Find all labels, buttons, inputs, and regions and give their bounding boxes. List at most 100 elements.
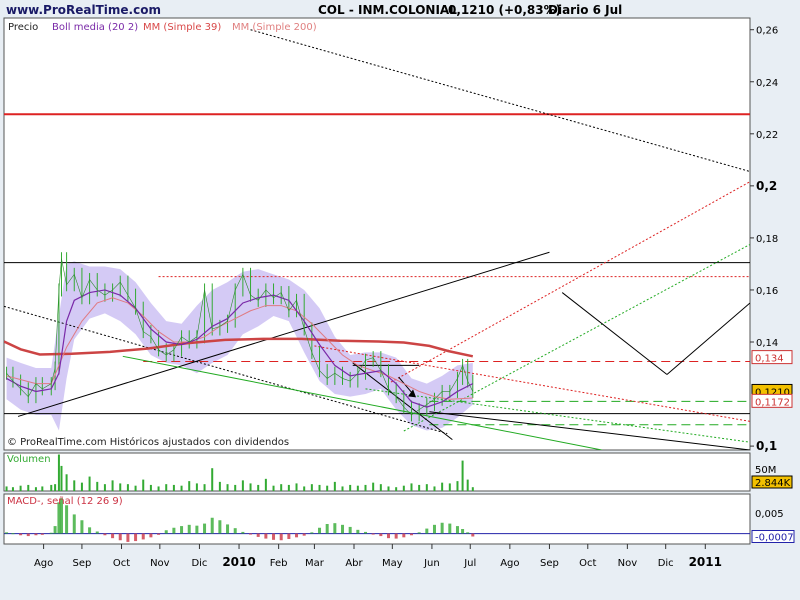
volume-bar bbox=[310, 484, 313, 491]
macd-bar bbox=[241, 531, 245, 534]
volume-bar bbox=[111, 480, 114, 491]
macd-bar bbox=[88, 527, 92, 534]
macd-bar bbox=[134, 533, 138, 542]
volume-bar bbox=[241, 480, 244, 491]
volume-bar bbox=[387, 486, 390, 491]
legend-precio: Precio bbox=[8, 22, 38, 33]
volume-bar bbox=[341, 486, 344, 491]
volume-bar bbox=[326, 485, 329, 491]
x-tick-label: Jun bbox=[423, 558, 440, 569]
macd-title: MACD-, señal (12 26 9) bbox=[7, 496, 123, 507]
volume-bar bbox=[126, 484, 129, 491]
volume-bar bbox=[356, 485, 359, 491]
macd-bar bbox=[432, 524, 436, 534]
volume-bar bbox=[249, 483, 252, 491]
volume-bar bbox=[295, 483, 298, 491]
price-change-label: 0,1210 (+0,83%) bbox=[448, 3, 561, 17]
x-tick-label: Sep bbox=[540, 558, 559, 569]
macd-bar bbox=[272, 533, 276, 540]
macd-bar bbox=[461, 529, 465, 534]
price-label: 0,1172 bbox=[755, 397, 790, 408]
x-tick-label: Jul bbox=[463, 558, 476, 569]
x-tick-label: 2011 bbox=[689, 555, 722, 569]
x-tick-label: 2010 bbox=[222, 555, 255, 569]
macd-bar bbox=[5, 532, 9, 534]
volume-bar bbox=[395, 487, 398, 491]
macd-bar bbox=[310, 532, 314, 534]
volume-bar bbox=[280, 484, 283, 491]
macd-bar bbox=[249, 533, 253, 535]
y-tick-label: 0,16 bbox=[756, 286, 778, 297]
macd-bar bbox=[157, 533, 161, 535]
volume-bar bbox=[134, 485, 137, 491]
volume-bar bbox=[180, 485, 183, 491]
macd-bar bbox=[40, 533, 44, 535]
volume-bar bbox=[119, 483, 122, 491]
volume-bar bbox=[149, 484, 152, 491]
macd-bar bbox=[417, 532, 421, 534]
volume-bar bbox=[73, 480, 76, 491]
macd-bar bbox=[471, 533, 475, 537]
macd-bar bbox=[172, 527, 176, 534]
macd-bar bbox=[233, 528, 237, 534]
volume-bar bbox=[11, 487, 14, 491]
ticker-label: COL - INM.COLONIAL bbox=[318, 3, 457, 17]
volume-bar bbox=[264, 478, 267, 491]
macd-bar bbox=[279, 533, 283, 541]
macd-bar bbox=[95, 531, 99, 534]
volume-bar bbox=[257, 484, 260, 491]
macd-bar bbox=[425, 528, 429, 534]
volume-bar bbox=[471, 487, 474, 491]
macd-bar bbox=[440, 522, 444, 534]
macd-current-label: -0,0007 bbox=[755, 533, 794, 544]
volume-bar bbox=[50, 484, 53, 491]
volume-bar bbox=[195, 483, 198, 491]
volume-title: Volumen bbox=[7, 454, 51, 465]
volume-bar bbox=[466, 479, 469, 491]
macd-bar bbox=[195, 525, 199, 534]
period-label: Diario 6 Jul bbox=[548, 3, 622, 17]
legend-mm39: MM (Simple 39) bbox=[143, 22, 221, 33]
x-tick-label: Ago bbox=[500, 558, 519, 569]
macd-bar bbox=[118, 533, 122, 541]
volume-panel[interactable] bbox=[3, 452, 751, 492]
stock-chart: www.ProRealTime.com COL - INM.COLONIAL 0… bbox=[3, 3, 795, 569]
volume-bar bbox=[57, 454, 60, 491]
macd-bar bbox=[72, 514, 76, 534]
macd-bar bbox=[19, 533, 23, 536]
legend-mm200: MM (Simple 200) bbox=[232, 22, 317, 33]
macd-bar bbox=[126, 533, 130, 542]
x-tick-label: Dic bbox=[191, 558, 207, 569]
macd-bar bbox=[103, 533, 107, 536]
macd-bar bbox=[409, 533, 413, 536]
volume-current-label: 2.844K bbox=[755, 478, 791, 489]
macd-bar bbox=[455, 526, 459, 534]
x-tick-label: Dic bbox=[658, 558, 674, 569]
macd-bar bbox=[65, 505, 69, 534]
y-tick-label: 0,14 bbox=[756, 338, 778, 349]
site-title[interactable]: www.ProRealTime.com bbox=[6, 3, 161, 17]
macd-bar bbox=[371, 533, 375, 535]
macd-bar bbox=[256, 533, 260, 537]
volume-bar bbox=[211, 468, 214, 491]
macd-bar bbox=[356, 529, 360, 534]
x-tick-label: Feb bbox=[270, 558, 288, 569]
volume-bar bbox=[54, 484, 57, 491]
macd-bar bbox=[210, 517, 214, 534]
volume-bar bbox=[203, 484, 206, 491]
volume-bar bbox=[157, 486, 160, 491]
x-tick-label: May bbox=[382, 558, 403, 569]
volume-bar bbox=[402, 485, 405, 491]
volume-bar bbox=[234, 484, 237, 491]
volume-bar bbox=[34, 487, 37, 491]
volume-bar bbox=[318, 484, 321, 491]
volume-bar bbox=[287, 484, 290, 491]
volume-bar bbox=[165, 484, 168, 491]
volume-bar bbox=[80, 482, 83, 491]
volume-bar bbox=[456, 481, 459, 491]
volume-bar bbox=[433, 486, 436, 491]
macd-bar bbox=[364, 531, 368, 534]
macd-bar bbox=[111, 533, 115, 539]
macd-bar bbox=[218, 520, 222, 534]
volume-bar bbox=[418, 484, 421, 491]
